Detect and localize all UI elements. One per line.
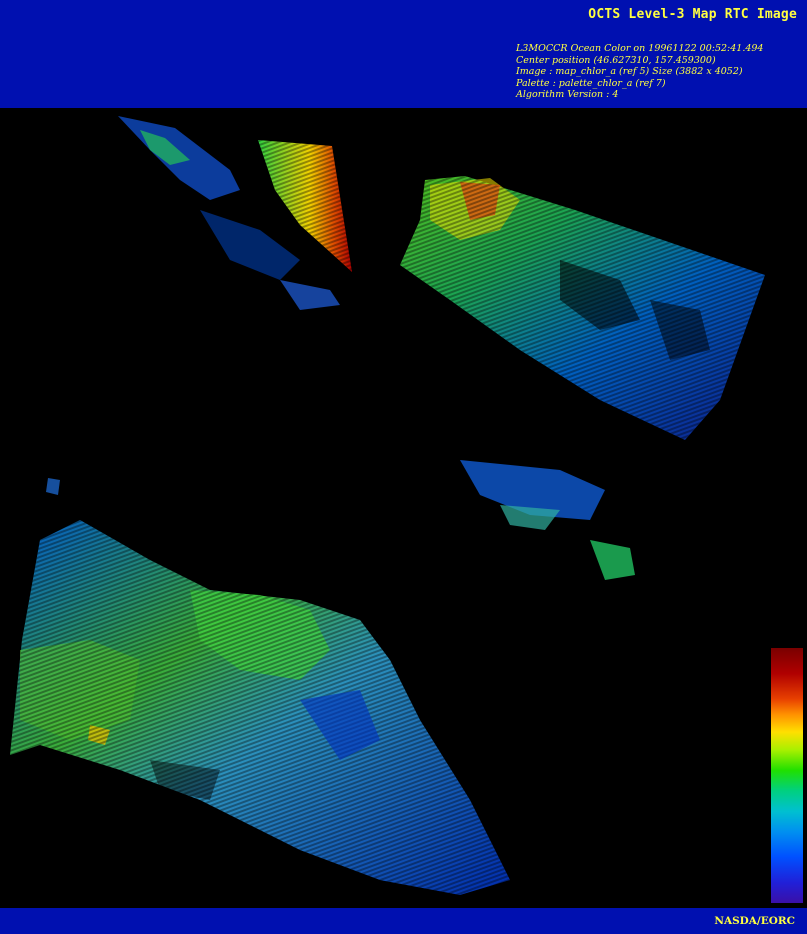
- footer-banner: NASDA/EORC: [0, 908, 807, 934]
- satellite-swaths: [10, 116, 765, 895]
- metadata-line-product: L3MOCCR Ocean Color on 19961122 00:52:41…: [516, 43, 764, 54]
- metadata-line-center: Center position (46.627310, 157.459300): [516, 54, 716, 66]
- colorbar-palette: [771, 648, 803, 903]
- metadata-block: L3MOCCR Ocean Color on 19961122 00:52:41…: [516, 43, 763, 101]
- header-banner: OCTS Level-3 Map RTC Image L3MOCCR Ocean…: [0, 0, 807, 108]
- swath-upper-right: [400, 176, 765, 440]
- metadata-line-algorithm: Algorithm Version : 4: [516, 89, 619, 100]
- image-title: OCTS Level-3 Map RTC Image: [588, 7, 797, 22]
- credit-label: NASDA/EORC: [714, 915, 795, 927]
- swath-lower: [10, 520, 510, 895]
- metadata-line-palette: Palette : palette_chlor_a (ref 7): [516, 77, 666, 89]
- chlorophyll-map: [0, 108, 807, 908]
- metadata-line-image: Image : map_chlor_a (ref 5) Size (3882 x…: [516, 66, 743, 77]
